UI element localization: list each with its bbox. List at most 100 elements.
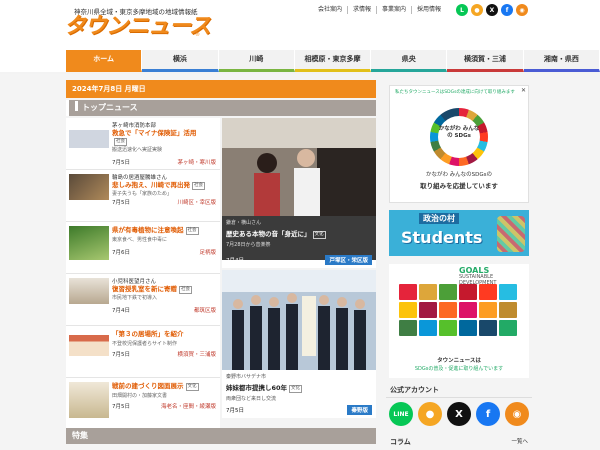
news-item[interactable]: 輪島の居酒屋騰雄さん 悲しみ抱え、川崎で再出発 社会 妻子失うも「家族のため」 7… [66,170,220,222]
news-title-text: 復習授乳室を新に寄贈 [112,285,177,293]
news-date: 7月4日 [112,308,130,314]
close-icon[interactable]: ✕ [521,87,526,94]
news-area[interactable]: 都筑区版 [194,306,216,314]
sidebar: 私たちタウンニュースはSDGsの達成に向けて取り組みます ✕ かながわ みんなの… [386,80,532,450]
featured-date: 7月5日 [226,408,244,414]
news-title[interactable]: 悲しみ抱え、川崎で再出発 社会 [112,181,218,190]
news-area[interactable]: 海老名・座間・綾瀬版 [161,402,216,410]
line-icon[interactable]: LINE [389,402,413,426]
featured-area-chip[interactable]: 秦野版 [347,405,372,415]
top-link-company[interactable]: 会社案内 [313,6,347,14]
news-desc: 田畑開村の・加藤家文書 [112,393,168,399]
top-link-business[interactable]: 事業案内 [376,6,411,14]
news-item[interactable]: 戦前の建づくり図面展示 文化 田畑開村の・加藤家文書 7月5日 海老名・座間・綾瀬… [66,378,220,430]
facebook-icon[interactable]: f [476,402,500,426]
students-banner[interactable]: 政治の村 Students [389,210,529,256]
sdg-goals-banner[interactable]: GOALS SUSTAINABLE DEVELOPMENT タウンニュースは SD… [389,264,529,378]
news-thumbnail[interactable] [69,174,109,200]
sdg-goal-tile [439,284,457,300]
top-link-info[interactable]: 求情報 [347,6,376,14]
site-header: 神奈川県全域・東京多摩地域の地域情報紙 タウンニュース ® 会社案内 求情報 事… [0,0,600,48]
news-badge: 文化 [185,383,199,391]
sdgs-banner[interactable]: 私たちタウンニュースはSDGsの達成に向けて取り組みます ✕ かながわ みんなの… [389,85,529,203]
sdg-goal-tile [459,320,477,336]
nav-kenou[interactable]: 県央 [371,50,448,72]
sdg-goal-tile [499,284,517,300]
top-link-recruit[interactable]: 採用情報 [411,6,446,14]
featured-caption: 鎌倉・横山さん 歴史ある本物の音「身近に」 文化 7月28日から音楽祭 [222,216,376,260]
featured-story[interactable]: 鎌倉・横山さん 歴史ある本物の音「身近に」 文化 7月28日から音楽祭 7月4日 … [222,118,376,268]
nav-kawasaki[interactable]: 川崎 [218,50,295,72]
sdg-goal-tile [459,284,477,300]
news-badge: 社会 [179,286,192,294]
sdgs-caption-2: 取り組みを応援しています [420,182,498,190]
news-item[interactable]: 県が有毒植物に注意喚起 社会 東京食べ、男性食中毒に 7月6日 足柄版 [66,222,220,274]
featured-photo[interactable] [222,270,376,370]
nav-yokosuka-miura[interactable]: 横須賀・三浦 [447,50,524,72]
students-banner-title: Students [401,228,483,247]
top-news-title: トップニュース [82,103,138,112]
news-title-text: 県が有毒植物に注意喚起 [112,226,184,234]
nav-shonan-kensei[interactable]: 湘南・県西 [523,50,600,72]
news-desc: 妻子失うも「家族のため」 [112,191,173,197]
featured-photo-art [222,118,376,216]
news-list: 茅ヶ崎市消防本部 救急で「マイナ保険証」活用 社会 搬送迅速化へ実証実験 7月5日… [66,118,220,430]
news-area[interactable]: 川崎区・幸区版 [177,198,216,206]
news-title[interactable]: 救急で「マイナ保険証」活用 [112,129,218,137]
official-accounts: LINE ● Xf ◉ [389,402,529,426]
line-icon[interactable]: L [456,4,468,16]
sdg-goal-tile [419,320,437,336]
logo-text: タウンニュース [64,14,211,39]
official-accounts-heading: 公式アカウント [386,382,532,398]
featured-badge: 文化 [312,231,326,239]
news-thumbnail[interactable] [69,122,109,148]
news-thumbnail[interactable] [69,330,109,356]
featured-photo[interactable] [222,118,376,216]
news-thumbnail[interactable] [69,382,109,418]
featured-photo-art [222,270,376,370]
news-badge: 社会 [185,227,199,235]
news-desc: 不登校児保護者らサイト制作 [112,341,178,347]
sdg-goal-tile [439,302,457,318]
news-title[interactable]: 「第３の居場所」を紹介 [112,330,218,338]
news-title[interactable]: 戦前の建づくり図面展示 文化 [112,382,218,391]
news-title[interactable]: 復習授乳室を新に寄贈 社会 [112,285,218,294]
rss-icon[interactable]: ◉ [516,4,528,16]
news-title-text: 救急で「マイナ保険証」活用 [112,129,197,137]
kakao-icon[interactable]: ● [471,4,483,16]
featured-title-text: 姉妹都市提携し60年 [226,384,288,392]
featured-badge: 文化 [289,385,303,393]
x-icon[interactable]: X [486,4,498,16]
site-logo[interactable]: タウンニュース ® [64,14,211,40]
news-title[interactable]: 県が有毒植物に注意喚起 社会 [112,226,218,235]
sdg-goal-tile [399,284,417,300]
featured-desc: 7月28日から音楽祭 [226,242,271,248]
news-area[interactable]: 横須賀・三浦版 [177,350,216,358]
nav-yokohama[interactable]: 横浜 [142,50,219,72]
news-item[interactable]: 茅ヶ崎市消防本部 救急で「マイナ保険証」活用 社会 搬送迅速化へ実証実験 7月5日… [66,118,220,170]
nav-sagamihara-tama[interactable]: 相模原・東京多摩 [294,50,372,72]
news-thumbnail[interactable] [69,278,109,304]
news-item[interactable]: 小児科医望月さん 復習授乳室を新に寄贈 社会 市民地下鉄で初導入 7月4日 都筑区… [66,274,220,326]
nav-home[interactable]: ホーム [66,50,143,72]
featured-date: 7月4日 [226,258,244,264]
featured-title[interactable]: 姉妹都市提携し60年 文化 [226,382,372,393]
featured-story[interactable]: 秦野市バサデナ市 姉妹都市提携し60年 文化 両衆団など来日し交流 7月5日 秦野… [222,270,376,418]
x-icon[interactable]: X [447,402,471,426]
region-nav: ホーム 横浜 川崎 相模原・東京多摩 県央 横須賀・三浦 湘南・県西 [66,50,600,72]
sdg-goal-tile [499,302,517,318]
students-banner-label: 政治の村 [419,213,459,224]
facebook-icon[interactable]: f [501,4,513,16]
news-item[interactable]: 「第３の居場所」を紹介 不登校児保護者らサイト制作 7月5日 横須賀・三浦版 [66,326,220,378]
news-area[interactable]: 茅ヶ崎・寒川版 [177,158,216,166]
featured-title[interactable]: 歴史ある本物の音「身近に」 文化 [226,228,372,239]
news-thumbnail[interactable] [69,226,109,260]
column-more-link[interactable]: 一覧へ [511,434,528,450]
news-area[interactable]: 足柄版 [199,248,216,256]
goals-grid [399,284,519,336]
rss-icon[interactable]: ◉ [505,402,529,426]
news-desc: 東京食べ、男性食中毒に [112,237,168,243]
kakao-icon[interactable]: ● [418,402,442,426]
sdgs-banner-top: 私たちタウンニュースはSDGsの達成に向けて取り組みます [390,86,528,108]
featured-area-chip[interactable]: 戸塚区・栄区版 [325,255,372,265]
